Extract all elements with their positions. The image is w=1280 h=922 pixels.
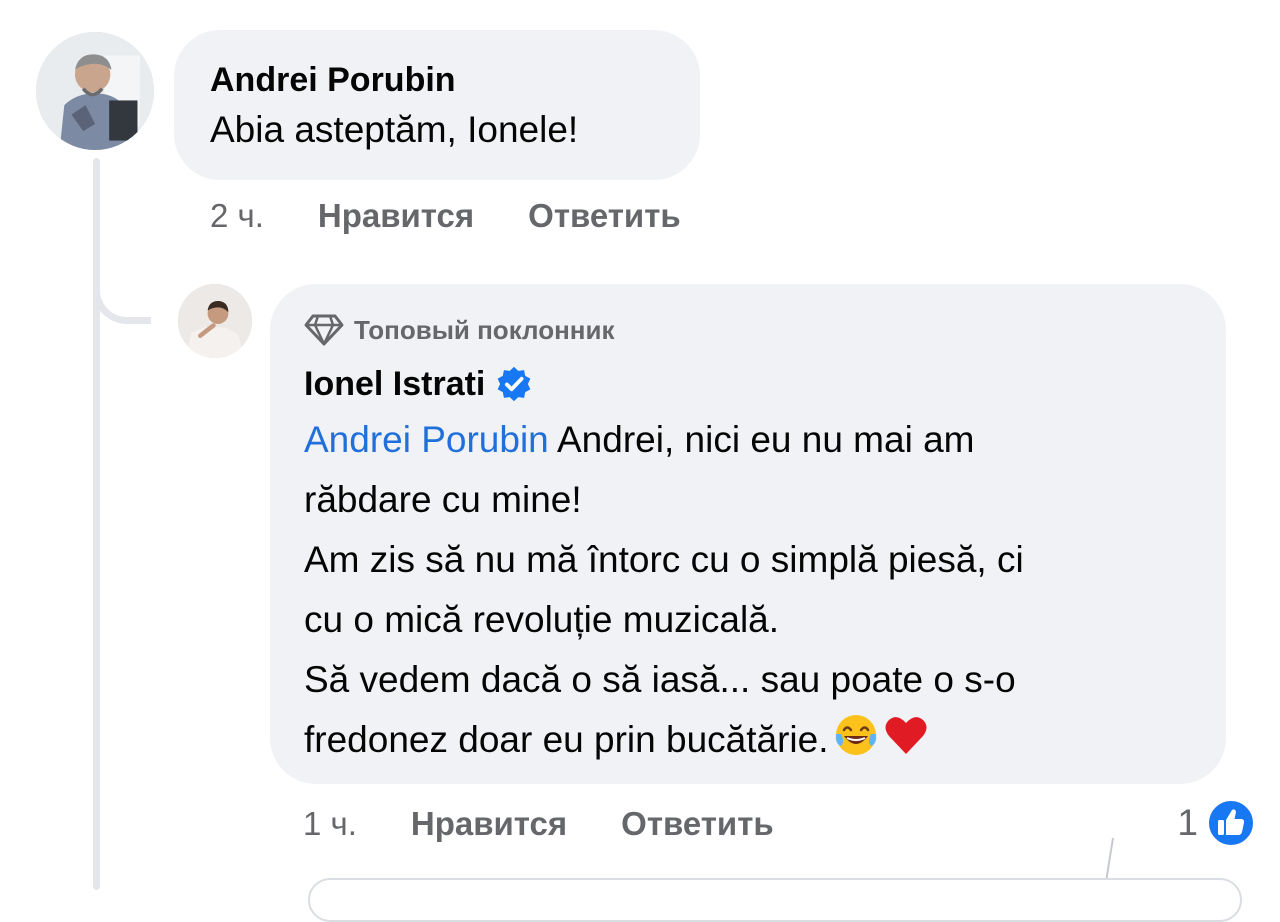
reply-line: Să vedem dacă o să iasă... sau poate o s… xyxy=(304,659,1016,700)
comment-text: Abia asteptăm, Ionele! xyxy=(210,109,579,150)
like-button[interactable]: Нравится xyxy=(318,197,474,235)
reply-line: răbdare cu mine! xyxy=(304,479,582,520)
comment-author[interactable]: Andrei Porubin xyxy=(210,60,664,100)
mention-link[interactable]: Andrei Porubin xyxy=(304,419,549,460)
comment-bubble: Andrei Porubin Abia asteptăm, Ionele! xyxy=(174,30,700,180)
reply-avatar[interactable] xyxy=(178,284,252,358)
reply-button[interactable]: Ответить xyxy=(621,805,774,843)
reply-button[interactable]: Ответить xyxy=(528,197,681,235)
reply-text: Andrei Porubin Andrei, nici eu nu mai am… xyxy=(304,410,1192,770)
reply-line: Andrei Porubin Andrei, nici eu nu mai am xyxy=(304,419,975,460)
reaction-count: 1 xyxy=(1177,802,1198,843)
reply-author[interactable]: Ionel Istrati xyxy=(304,364,485,404)
comment-meta: 2 ч. Нравится Ответить xyxy=(210,197,681,235)
reply-bubble: Топовый поклонник Ionel Istrati Andrei P… xyxy=(270,284,1226,784)
reply-meta: 1 ч. Нравится Ответить xyxy=(303,805,774,843)
badge-label: Топовый поклонник xyxy=(354,314,615,345)
laughing-emoji xyxy=(835,715,876,755)
diamond-icon xyxy=(304,314,344,346)
comment-time[interactable]: 2 ч. xyxy=(210,197,264,235)
reaction-summary[interactable]: 1 xyxy=(1177,798,1256,848)
reply-line: Am zis să nu mă întorc cu o simplă piesă… xyxy=(304,539,1024,580)
thread-branch xyxy=(93,258,151,324)
like-button[interactable]: Нравится xyxy=(411,805,567,843)
top-fan-badge: Топовый поклонник xyxy=(304,310,1192,350)
reply-input-box[interactable] xyxy=(308,878,1242,922)
thumbs-up-icon xyxy=(1207,799,1255,847)
verified-badge-icon xyxy=(498,366,531,402)
avatar[interactable] xyxy=(36,32,154,150)
reply-line: fredonez doar eu prin bucătărie. xyxy=(304,710,1192,770)
reply-line: cu o mică revoluție muzicală. xyxy=(304,599,780,640)
reply-author-row: Ionel Istrati xyxy=(304,364,1192,404)
reply-time[interactable]: 1 ч. xyxy=(303,805,357,843)
red-heart-emoji xyxy=(885,717,927,754)
